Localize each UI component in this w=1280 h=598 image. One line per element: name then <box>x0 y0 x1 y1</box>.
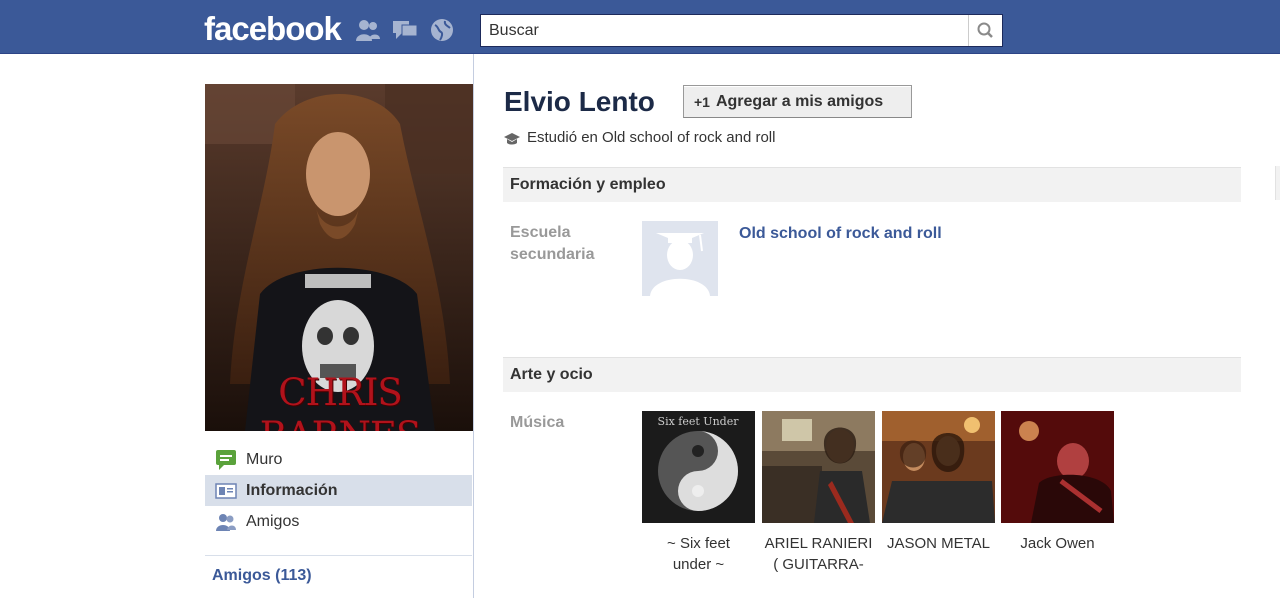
profile-name: Elvio Lento <box>504 86 655 117</box>
search-icon <box>977 22 993 38</box>
sidebar-item-label: Información <box>246 481 338 499</box>
music-caption: JASON METAL <box>882 533 995 554</box>
education-label-line1: Escuela <box>510 224 571 241</box>
music-thumbnail <box>762 411 875 523</box>
add-friend-label: Agregar a mis amigos <box>715 92 884 110</box>
info-icon <box>215 480 237 502</box>
graduation-cap-icon <box>504 132 520 144</box>
music-item[interactable]: ARIEL RANIERI ( GUITARRA- <box>762 411 875 575</box>
studied-text: Estudió en Old school of rock and roll <box>527 129 776 146</box>
music-caption: ~ Six feet under ~ <box>642 533 755 575</box>
notifications-icon[interactable] <box>429 17 455 43</box>
top-bar: facebook <box>0 0 1280 54</box>
sidebar-item-label: Amigos <box>246 512 300 530</box>
messages-icon[interactable] <box>392 17 418 43</box>
sidebar-divider <box>205 555 472 556</box>
music-caption-line1: JASON METAL <box>886 535 991 552</box>
music-item[interactable]: Six feet Under ~ Six feet under ~ <box>642 411 755 575</box>
music-caption-line2: under ~ <box>672 556 725 573</box>
profile-picture-caption: CHRIS BARNES <box>260 371 422 431</box>
friends-count-link[interactable]: Amigos (113) <box>212 567 312 585</box>
music-caption: ARIEL RANIERI ( GUITARRA- <box>762 533 875 575</box>
wall-icon <box>215 449 237 471</box>
column-divider <box>473 54 474 598</box>
friends-icon <box>215 511 237 533</box>
add-friend-icon: +1 <box>694 93 710 110</box>
music-item[interactable]: JASON METAL <box>882 411 995 554</box>
music-field-label: Música <box>510 414 565 431</box>
profile-picture[interactable]: CHRIS BARNES <box>205 84 473 431</box>
facebook-logo[interactable]: facebook <box>204 10 342 48</box>
music-thumb-text: Six feet Under <box>658 415 740 428</box>
right-edge-panel <box>1275 166 1280 200</box>
sidebar-nav: Muro Información Amigos <box>205 444 472 537</box>
music-thumbnail <box>1001 411 1114 523</box>
search-button[interactable] <box>968 15 1002 46</box>
music-caption-line1: Jack Owen <box>1020 535 1095 552</box>
music-caption-line1: ARIEL RANIERI <box>764 535 873 552</box>
search-box <box>480 14 1003 47</box>
sidebar-item-friends[interactable]: Amigos <box>205 506 472 537</box>
education-field-label: Escuela secundaria <box>510 222 630 266</box>
music-item[interactable]: Jack Owen <box>1001 411 1114 554</box>
school-thumbnail[interactable] <box>642 221 718 296</box>
music-caption-line1: ~ Six feet <box>667 535 730 552</box>
school-link[interactable]: Old school of rock and roll <box>739 225 942 243</box>
school-placeholder-icon <box>642 221 718 296</box>
education-label-line2: secundaria <box>510 246 595 263</box>
sidebar-item-label: Muro <box>246 450 283 468</box>
sidebar-item-wall[interactable]: Muro <box>205 444 472 475</box>
search-input[interactable] <box>481 15 969 46</box>
section-arts-header: Arte y ocio <box>503 357 1241 392</box>
studied-at-line: Estudió en Old school of rock and roll <box>504 129 775 146</box>
friend-requests-icon[interactable] <box>355 17 381 43</box>
section-education-header: Formación y empleo <box>503 167 1241 202</box>
music-thumbnail <box>882 411 995 523</box>
music-caption: Jack Owen <box>1001 533 1114 554</box>
sidebar-item-info[interactable]: Información <box>205 475 472 506</box>
add-friend-button[interactable]: +1 Agregar a mis amigos <box>683 85 912 118</box>
music-caption-line2: ( GUITARRA- <box>773 556 864 573</box>
music-thumbnail: Six feet Under <box>642 411 755 523</box>
